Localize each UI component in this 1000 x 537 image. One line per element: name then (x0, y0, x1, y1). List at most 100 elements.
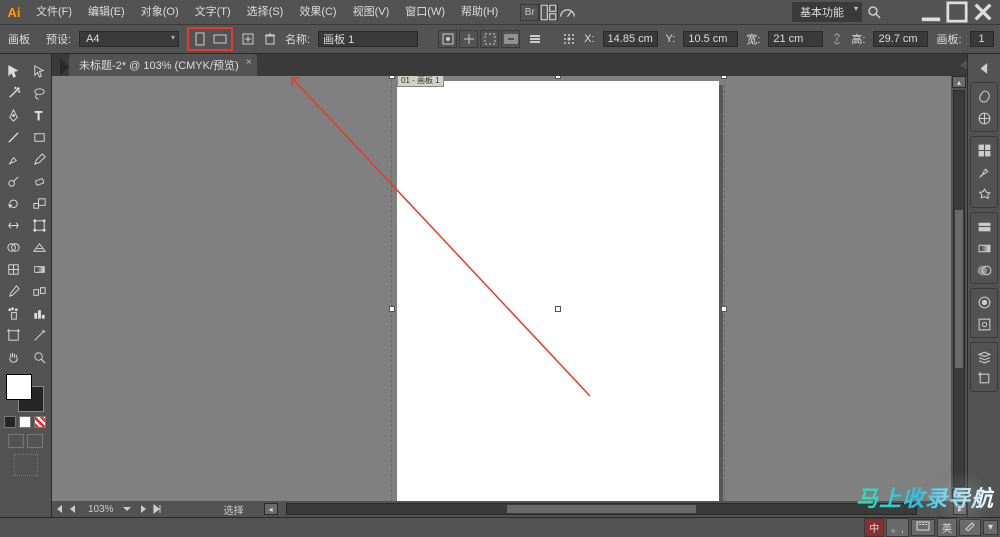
gradient-panel-icon[interactable] (973, 238, 995, 258)
ime-lang-indicator[interactable]: 英 (937, 518, 957, 537)
scroll-up-icon[interactable]: ▴ (952, 76, 966, 88)
menu-window[interactable]: 窗口(W) (397, 0, 453, 24)
first-artboard-icon[interactable] (52, 503, 66, 515)
show-cross-hairs-toggle[interactable] (480, 30, 499, 48)
color-mode-swatch[interactable] (4, 416, 16, 428)
column-graph-tool[interactable] (26, 302, 52, 324)
blend-tool[interactable] (26, 280, 52, 302)
x-input[interactable] (603, 31, 658, 47)
next-artboard-icon[interactable] (136, 503, 150, 515)
direct-selection-tool[interactable] (26, 60, 52, 82)
width-tool[interactable] (0, 214, 26, 236)
last-artboard-icon[interactable] (150, 503, 164, 515)
menu-effect[interactable]: 效果(C) (291, 0, 344, 24)
pen-tool[interactable] (0, 104, 26, 126)
tab-collapse-icon[interactable] (60, 58, 69, 76)
window-minimize-icon[interactable] (920, 4, 942, 20)
search-icon[interactable] (866, 4, 882, 20)
transparency-panel-icon[interactable] (973, 260, 995, 280)
symbol-sprayer-tool[interactable] (0, 302, 26, 324)
ime-settings-icon[interactable] (959, 519, 981, 536)
scale-tool[interactable] (26, 192, 52, 214)
link-wh-icon[interactable] (831, 32, 843, 46)
preset-dropdown[interactable]: A4 (79, 31, 179, 47)
color-guide-panel-icon[interactable] (973, 108, 995, 128)
menu-type[interactable]: 文字(T) (187, 0, 239, 24)
new-artboard-button[interactable] (241, 30, 255, 48)
zoom-dropdown-icon[interactable] (122, 504, 132, 514)
full-screen-mode[interactable] (27, 434, 43, 448)
landscape-orientation-button[interactable] (210, 30, 230, 48)
paintbrush-tool[interactable] (0, 148, 26, 170)
ime-options-icon[interactable]: ▾ (983, 520, 998, 535)
swatches-panel-icon[interactable] (973, 140, 995, 160)
show-center-mark-toggle[interactable] (459, 30, 478, 48)
menu-select[interactable]: 选择(S) (239, 0, 292, 24)
edit-toolbar-button[interactable] (14, 454, 38, 476)
vertical-scrollbar[interactable]: ▴ ▾ (951, 76, 967, 501)
eraser-tool[interactable] (26, 170, 52, 192)
mesh-tool[interactable] (0, 258, 26, 280)
hand-tool[interactable] (0, 346, 26, 368)
rail-expand-icon[interactable] (973, 58, 995, 78)
horizontal-scrollbar[interactable]: 103% 选择 ◂ ▸ (52, 501, 967, 517)
ime-punct-indicator[interactable]: 。, (886, 518, 909, 537)
move-art-with-artboard-toggle[interactable] (438, 30, 457, 48)
selection-tool[interactable] (0, 60, 26, 82)
show-video-safe-toggle[interactable] (501, 30, 520, 48)
h-scroll-thumb[interactable] (507, 505, 696, 513)
scroll-down-icon[interactable]: ▾ (952, 489, 966, 501)
bridge-button[interactable]: Br (520, 4, 539, 21)
lasso-tool[interactable] (26, 82, 52, 104)
close-tab-icon[interactable]: × (246, 57, 252, 68)
scroll-left-icon[interactable]: ◂ (264, 503, 278, 515)
height-input[interactable] (873, 31, 928, 47)
magic-wand-tool[interactable] (0, 82, 26, 104)
gradient-mode-swatch[interactable] (19, 416, 31, 428)
perspective-grid-tool[interactable] (26, 236, 52, 258)
reference-point-widget[interactable] (562, 30, 576, 48)
delete-artboard-button[interactable] (263, 30, 277, 48)
v-scroll-track[interactable] (953, 90, 965, 487)
color-panel-icon[interactable] (973, 86, 995, 106)
gradient-tool[interactable] (26, 258, 52, 280)
artboards-panel-icon[interactable] (973, 368, 995, 388)
brushes-panel-icon[interactable] (973, 162, 995, 182)
layers-panel-icon[interactable] (973, 346, 995, 366)
free-transform-tool[interactable] (26, 214, 52, 236)
menu-help[interactable]: 帮助(H) (453, 0, 506, 24)
menu-edit[interactable]: 编辑(E) (80, 0, 133, 24)
type-tool[interactable]: T (26, 104, 52, 126)
eyedropper-tool[interactable] (0, 280, 26, 302)
blob-brush-tool[interactable] (0, 170, 26, 192)
menu-object[interactable]: 对象(O) (133, 0, 187, 24)
scroll-right-icon[interactable]: ▸ (953, 503, 967, 515)
artboard-options-button[interactable] (528, 30, 542, 48)
window-maximize-icon[interactable] (946, 4, 968, 20)
rectangle-tool[interactable] (26, 126, 52, 148)
canvas[interactable]: 01 - 画板 1 (52, 76, 967, 501)
fill-swatch[interactable] (6, 374, 32, 400)
arrange-documents-button[interactable] (539, 4, 558, 21)
document-tab[interactable]: 未标题-2* @ 103% (CMYK/预览) × (69, 54, 257, 76)
stroke-panel-icon[interactable] (973, 216, 995, 236)
zoom-level-readout[interactable]: 103% (80, 504, 122, 515)
zoom-tool[interactable] (26, 346, 52, 368)
shape-builder-tool[interactable] (0, 236, 26, 258)
menu-view[interactable]: 视图(V) (345, 0, 398, 24)
window-close-icon[interactable] (972, 4, 994, 20)
appearance-panel-icon[interactable] (973, 292, 995, 312)
slice-tool[interactable] (26, 324, 52, 346)
h-scroll-track[interactable] (286, 503, 917, 515)
workspace-switcher[interactable]: 基本功能 (792, 2, 862, 22)
y-input[interactable] (683, 31, 738, 47)
v-scroll-thumb[interactable] (955, 210, 963, 368)
symbols-panel-icon[interactable] (973, 184, 995, 204)
artboard-index-input[interactable] (970, 31, 994, 47)
prev-artboard-icon[interactable] (66, 503, 80, 515)
ime-input-keyboard-icon[interactable] (911, 519, 935, 536)
gauge-icon[interactable] (558, 4, 577, 21)
ime-indicator[interactable]: 中 (864, 518, 884, 537)
rotate-tool[interactable] (0, 192, 26, 214)
artboard-tool[interactable] (0, 324, 26, 346)
